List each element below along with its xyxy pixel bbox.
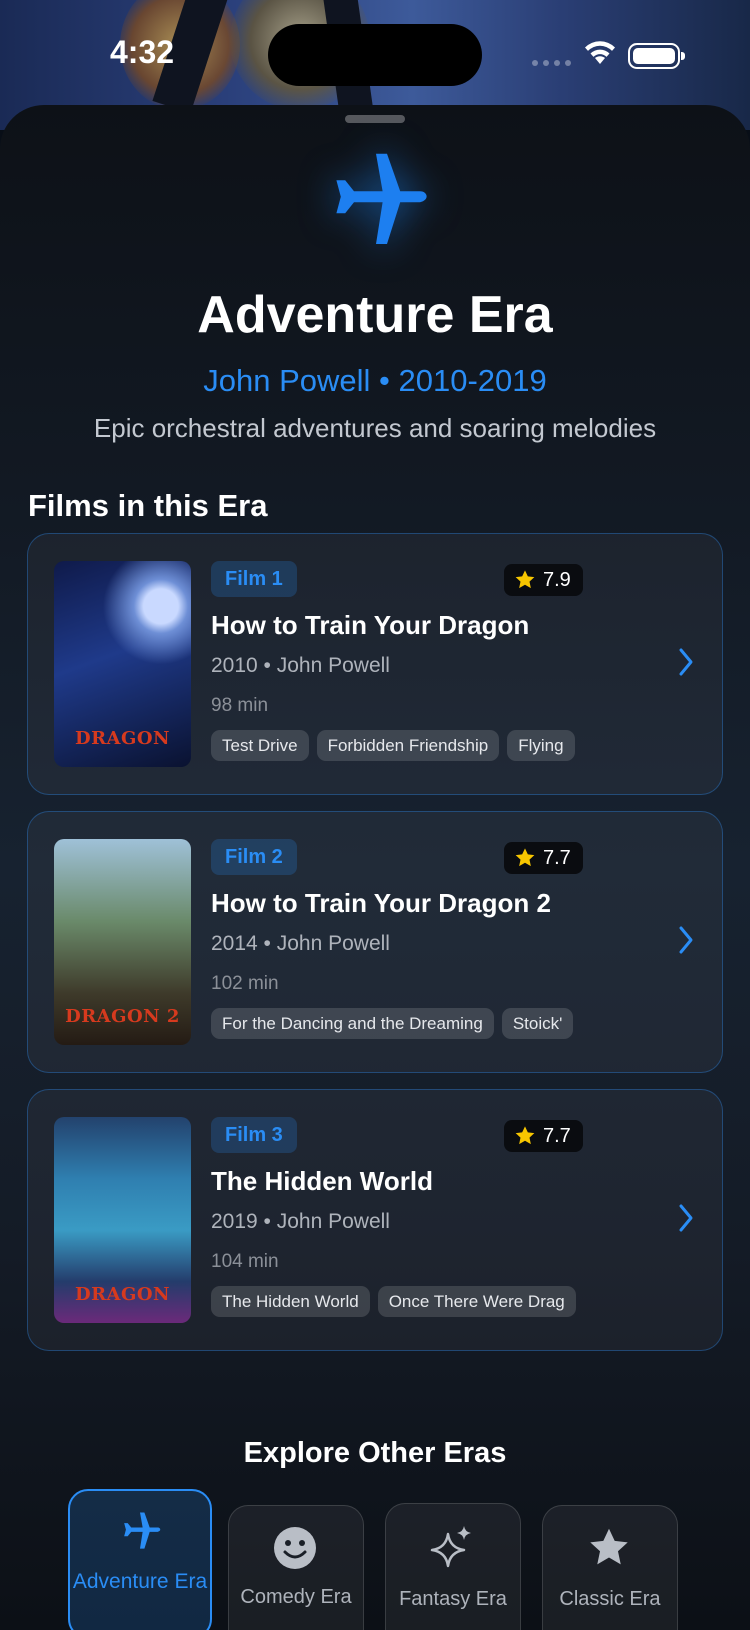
film-runtime: 104 min (211, 1251, 279, 1272)
movie-poster: DRAGON 2 (54, 839, 191, 1045)
film-runtime: 102 min (211, 973, 279, 994)
film-year-composer: 2010 • John Powell (211, 654, 390, 677)
era-label: Adventure Era (72, 1570, 208, 1593)
track-tag[interactable]: The Hidden World (211, 1286, 370, 1317)
chevron-right-icon[interactable] (676, 1202, 696, 1234)
era-title: Adventure Era (197, 286, 553, 344)
film-card[interactable]: DRAGON 2 Film 2 7.7 How to Train Your Dr… (27, 811, 723, 1073)
chevron-right-icon[interactable] (676, 646, 696, 678)
film-title: How to Train Your Dragon (211, 610, 530, 640)
film-year-composer: 2019 • John Powell (211, 1210, 390, 1233)
track-tags: For the Dancing and the Dreaming Stoick' (211, 1008, 583, 1040)
movie-poster: DRAGON (54, 561, 191, 767)
dynamic-island (268, 24, 482, 86)
rating-value: 7.7 (543, 1125, 571, 1147)
movie-poster: DRAGON (54, 1117, 191, 1323)
star-icon (515, 570, 535, 589)
era-label: Fantasy Era (399, 1588, 507, 1610)
track-tags: Test Drive Forbidden Friendship Flying (211, 730, 583, 762)
rating-value: 7.7 (543, 847, 571, 869)
rating-badge: 7.7 (504, 842, 583, 874)
app-screen: 4:32 Adventure Era John Powell • 2010-20… (0, 0, 750, 1630)
era-tile-classic[interactable]: Classic Era (542, 1505, 678, 1630)
film-title: How to Train Your Dragon 2 (211, 888, 551, 918)
era-tile-adventure[interactable]: Adventure Era (68, 1489, 212, 1630)
rating-badge: 7.7 (504, 1120, 583, 1152)
sheet-grabber[interactable] (345, 115, 405, 123)
film-number-badge: Film 2 (211, 839, 297, 875)
track-tag[interactable]: Forbidden Friendship (316, 730, 500, 761)
era-subtitle: John Powell • 2010-2019 (203, 363, 547, 398)
sparkles-icon (430, 1526, 471, 1568)
film-card[interactable]: DRAGON Film 3 7.7 The Hidden World 2019 … (27, 1089, 723, 1351)
explore-eras-heading: Explore Other Eras (243, 1437, 507, 1469)
track-tag[interactable]: Once There Were Drag (377, 1286, 576, 1317)
track-tag[interactable]: Stoick' (501, 1008, 574, 1039)
films-section-heading: Films in this Era (28, 488, 268, 523)
era-description: Epic orchestral adventures and soaring m… (93, 413, 657, 443)
wifi-icon (585, 41, 615, 64)
film-title: The Hidden World (211, 1166, 433, 1196)
airplane-icon (336, 153, 427, 244)
era-label: Classic Era (559, 1588, 661, 1610)
film-runtime: 98 min (211, 695, 269, 716)
era-tile-fantasy[interactable]: Fantasy Era (385, 1503, 521, 1630)
era-detail-sheet: Adventure Era John Powell • 2010-2019 Ep… (0, 105, 750, 1630)
track-tag[interactable]: Test Drive (211, 730, 309, 761)
film-number-badge: Film 3 (211, 1117, 297, 1153)
film-number-badge: Film 1 (211, 561, 297, 597)
star-icon (590, 1528, 628, 1565)
smiley-face-icon (274, 1527, 316, 1569)
chevron-right-icon[interactable] (676, 924, 696, 956)
signal-icon (532, 60, 571, 66)
airplane-icon (124, 1512, 161, 1549)
film-year-composer: 2014 • John Powell (211, 932, 390, 955)
status-bar: 4:32 (0, 0, 750, 110)
rating-badge: 7.9 (504, 564, 583, 596)
status-time: 4:32 (110, 34, 175, 70)
track-tags: The Hidden World Once There Were Drag (211, 1286, 583, 1318)
rating-value: 7.9 (543, 569, 571, 591)
track-tag[interactable]: For the Dancing and the Dreaming (211, 1008, 494, 1039)
track-tag[interactable]: Flying (507, 730, 575, 761)
era-label: Comedy Era (240, 1586, 352, 1608)
star-icon (515, 848, 535, 867)
film-card[interactable]: DRAGON Film 1 7.9 How to Train Your Drag… (27, 533, 723, 795)
star-icon (515, 1126, 535, 1145)
era-tile-comedy[interactable]: Comedy Era (228, 1505, 364, 1630)
battery-icon (628, 43, 685, 69)
